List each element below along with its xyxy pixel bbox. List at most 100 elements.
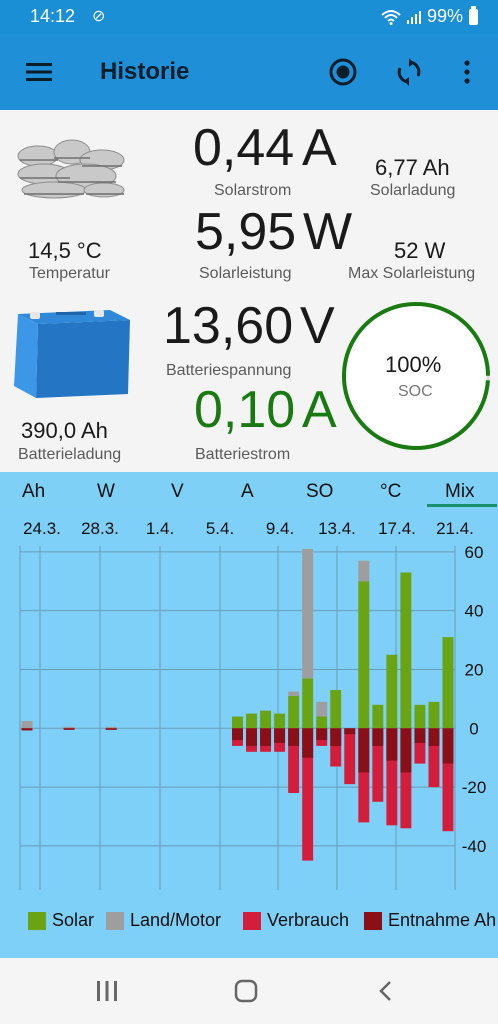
legend-verbrauch-label: Verbrauch — [267, 910, 350, 930]
batteriespannung-unit: V — [300, 297, 335, 355]
temperatur-value: 14,5 °C — [28, 238, 102, 263]
bar-entnahme — [386, 728, 398, 761]
overflow-menu-icon[interactable] — [450, 55, 484, 89]
bar-solar — [358, 581, 370, 729]
refresh-icon[interactable] — [392, 55, 426, 89]
bar-entnahme — [428, 728, 440, 746]
chart-y-tick-label: -40 — [462, 837, 487, 856]
wifi-icon — [381, 9, 401, 25]
bar-verbrauch — [344, 728, 356, 785]
tab-a[interactable]: A — [241, 481, 254, 503]
batteriestrom-value: 0,10 — [194, 381, 296, 439]
batteriespannung-label: Batteriespannung — [166, 362, 292, 379]
tab-temperature[interactable]: °C — [380, 481, 401, 503]
page-title: Historie — [100, 58, 190, 85]
tab-so[interactable]: SO — [306, 481, 333, 503]
bar-solar — [330, 690, 342, 729]
chart-legend: Solar Land/Motor Verbrauch Entnahme Ah — [0, 910, 498, 938]
legend-land-motor-swatch — [106, 911, 124, 930]
menu-icon[interactable] — [22, 55, 56, 89]
battery-percent: 99% — [426, 6, 463, 26]
legend-solar-swatch — [28, 911, 46, 930]
app-bar: Historie — [0, 33, 498, 110]
bar-entnahme — [21, 728, 33, 731]
bar-entnahme — [302, 728, 314, 758]
chart-date-label: 28.3. — [81, 519, 119, 538]
chart-date-label: 21.4. — [436, 519, 474, 538]
bar-entnahme — [358, 728, 370, 773]
chart-y-tick-label: 0 — [469, 719, 478, 738]
bar-solar — [386, 654, 398, 729]
bar-entnahme — [442, 728, 454, 764]
bar-solar — [302, 678, 314, 729]
bar-solar — [232, 716, 243, 729]
legend-verbrauch: Verbrauch — [243, 910, 349, 931]
history-chart: 24.3. 28.3. 1.4. 5.4. 9.4. 13.4. 17.4. 21.4. 60 4… — [0, 510, 498, 958]
bar-solar — [316, 716, 328, 729]
tab-w[interactable]: W — [97, 481, 115, 503]
bar-entnahme — [400, 728, 412, 773]
status-right: 99% — [381, 5, 478, 27]
sync-off-icon: ⊘ — [92, 8, 106, 25]
back-icon[interactable] — [378, 980, 392, 1002]
batterieladung-value: 390,0 Ah — [21, 418, 108, 443]
bar-land-motor — [316, 701, 328, 717]
soc-label: SOC — [398, 383, 433, 400]
home-icon[interactable] — [234, 979, 258, 1003]
bar-land-motor — [21, 720, 33, 729]
bar-entnahme — [260, 728, 272, 746]
bar-land-motor — [302, 548, 314, 679]
bar-solar — [288, 695, 300, 729]
temperatur-label: Temperatur — [29, 265, 110, 282]
max-solarleistung-value: 52 W — [394, 238, 446, 263]
battery-illustration-icon — [14, 310, 130, 398]
bar-solar — [400, 572, 412, 729]
legend-land-motor: Land/Motor — [106, 910, 221, 931]
bar-solar — [274, 713, 286, 729]
chart-y-tick-label: 40 — [465, 602, 484, 621]
solarstrom-value: 0,44 — [193, 119, 295, 177]
legend-entnahme-swatch — [364, 911, 382, 930]
solarstrom-label: Solarstrom — [214, 182, 292, 199]
soc-value: 100% — [385, 352, 442, 377]
bar-entnahme — [344, 728, 356, 735]
chart-date-label: 17.4. — [378, 519, 416, 538]
bar-solar — [428, 701, 440, 729]
chart-date-label: 24.3. — [23, 519, 61, 538]
bar-entnahme — [105, 728, 117, 730]
chart-tabs: Ah W V A SO °C Mix — [0, 472, 498, 510]
battery-icon — [469, 5, 478, 25]
bar-solar — [260, 710, 272, 729]
bar-land-motor — [288, 691, 300, 696]
stats-panel: 0,44 A Solarstrom 6,77 Ah Solarladung 5,… — [0, 110, 498, 472]
max-solarleistung-label: Max Solarleistung — [348, 265, 476, 282]
legend-entnahme: Entnahme Ah — [364, 910, 496, 931]
tab-v[interactable]: V — [171, 481, 184, 503]
legend-solar-label: Solar — [52, 910, 95, 930]
batteriespannung-value: 13,60 — [163, 297, 294, 355]
chart-y-tick-label: 60 — [465, 543, 484, 562]
batteriestrom-label: Batteriestrom — [195, 446, 291, 463]
recent-apps-icon[interactable] — [96, 980, 118, 1002]
chart-y-tick-label: 20 — [465, 660, 484, 679]
bar-entnahme — [232, 728, 243, 741]
solarladung-label: Solarladung — [370, 182, 456, 199]
chart-date-label: 1.4. — [146, 519, 174, 538]
signal-icon — [406, 10, 421, 24]
chart-date-label: 5.4. — [206, 519, 234, 538]
record-icon[interactable] — [326, 55, 360, 89]
bar-entnahme — [414, 728, 426, 743]
bar-entnahme — [372, 728, 384, 746]
tab-mix[interactable]: Mix — [445, 481, 475, 503]
legend-land-motor-label: Land/Motor — [130, 910, 222, 930]
bar-entnahme — [63, 728, 75, 730]
tab-ah[interactable]: Ah — [22, 481, 45, 503]
bar-entnahme — [274, 728, 286, 743]
solarladung-value: 6,77 Ah — [375, 155, 450, 180]
bar-entnahme — [288, 728, 300, 746]
status-time: 14:12 — [30, 6, 76, 26]
batterieladung-label: Batterieladung — [18, 446, 122, 463]
bar-entnahme — [316, 728, 328, 741]
solarleistung-value: 5,95 — [195, 203, 297, 261]
solarleistung-label: Solarleistung — [199, 265, 292, 282]
